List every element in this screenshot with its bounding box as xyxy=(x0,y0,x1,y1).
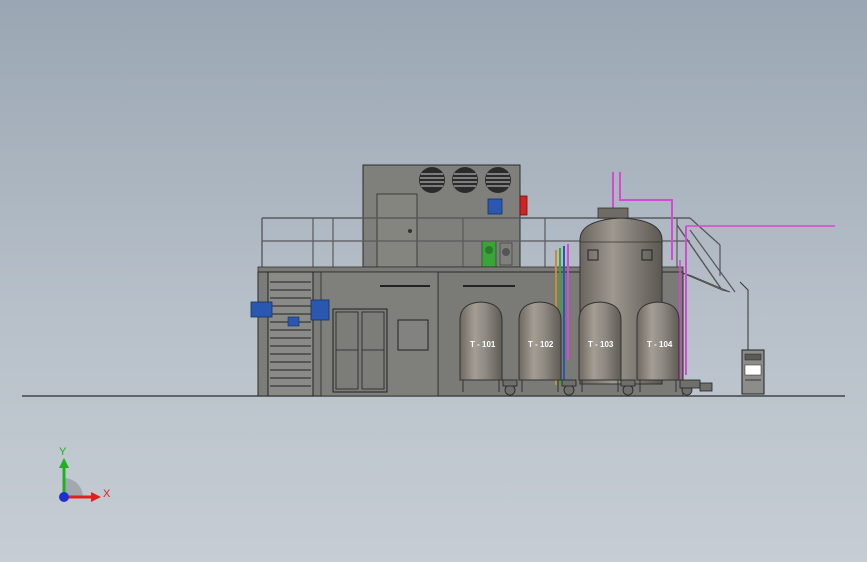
fan-icon xyxy=(485,167,511,193)
tank-104: T - 104 xyxy=(636,301,680,392)
cad-viewport[interactable]: T - 101 T - 102 T - 103 T - 104 Y X xyxy=(0,0,867,562)
tank-label: T - 103 xyxy=(588,340,614,349)
tank-label: T - 101 xyxy=(470,340,496,349)
axis-triad: Y X xyxy=(59,446,111,502)
rooftop-unit xyxy=(362,164,528,268)
blue-control-panel xyxy=(487,198,503,215)
tank-102: T - 102 xyxy=(518,301,562,392)
double-door xyxy=(332,308,388,393)
fan-icon xyxy=(419,167,445,193)
blue-panel-small xyxy=(287,316,300,327)
stair-tower xyxy=(267,271,314,397)
y-axis-label: Y xyxy=(59,446,67,458)
red-control-panel xyxy=(519,195,528,216)
blue-panel-left xyxy=(250,301,273,318)
tank-101: T - 101 xyxy=(459,301,503,392)
tank-label: T - 104 xyxy=(647,340,673,349)
control-cabinet xyxy=(741,349,765,395)
blue-panel-right xyxy=(310,299,330,321)
tank-103: T - 103 xyxy=(578,301,622,392)
fan-icon xyxy=(452,167,478,193)
plant-model-drawing: T - 101 T - 102 T - 103 T - 104 Y X xyxy=(22,164,845,502)
wall-window xyxy=(397,319,429,351)
z-axis-dot xyxy=(59,492,69,502)
x-axis-label: X xyxy=(103,488,111,500)
tank-label: T - 102 xyxy=(528,340,554,349)
